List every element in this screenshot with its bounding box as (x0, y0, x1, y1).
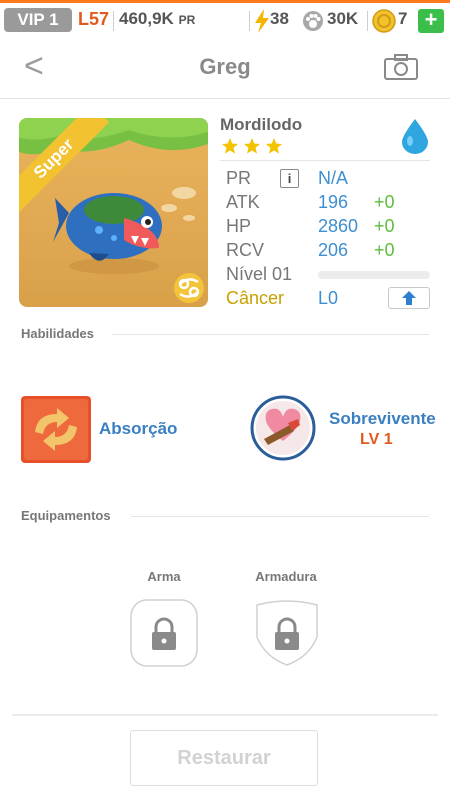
stat-row-sign: Câncer L0 (226, 287, 436, 312)
section-title-skills: Habilidades (21, 326, 94, 341)
arrow-up-icon (402, 291, 416, 305)
monster-name: Mordilodo (220, 115, 303, 134)
vip-badge[interactable]: VIP 1 (4, 8, 72, 32)
stat-row-level: Nível 01 (226, 264, 436, 288)
water-drop-icon (402, 119, 428, 154)
coin-icon (372, 9, 396, 33)
absorption-skill-icon[interactable] (21, 396, 91, 463)
status-bar: VIP 1 L57 460,9K PR 38 30K 7 + (0, 0, 450, 36)
star-icon (222, 138, 282, 154)
stat-value: 196 (318, 192, 349, 212)
divider (12, 714, 438, 716)
divider (112, 334, 429, 335)
skill-name[interactable]: Absorção (99, 419, 177, 439)
cancer-icon (174, 273, 204, 303)
stat-bonus: +0 (374, 240, 395, 260)
monster-portrait[interactable]: Super (19, 118, 208, 307)
stat-bonus: +0 (374, 216, 395, 236)
divider (367, 11, 368, 31)
add-coins-button[interactable]: + (418, 9, 444, 33)
divider (113, 11, 114, 31)
weapon-slot[interactable] (130, 599, 198, 667)
info-button[interactable]: i (280, 169, 299, 188)
page-header: < Greg (0, 36, 450, 99)
armor-slot[interactable] (253, 599, 321, 667)
power-value: 460,9K (119, 9, 174, 28)
skill-name[interactable]: Sobrevivente (329, 409, 436, 429)
rarity-stars (221, 137, 287, 160)
power-stat: 460,9K PR (119, 9, 195, 29)
stat-label: HP (226, 216, 252, 236)
restore-button[interactable]: Restaurar (130, 730, 318, 786)
power-suffix: PR (178, 13, 196, 27)
lightning-icon (255, 9, 269, 33)
xp-progress-bar (318, 271, 430, 279)
divider (131, 516, 429, 517)
survivor-skill-icon[interactable] (250, 395, 316, 461)
stat-label: PR (226, 168, 252, 188)
stat-label: ATK (226, 192, 260, 212)
weapon-label: Arma (147, 569, 181, 584)
energy-value: 38 (270, 9, 289, 28)
divider (249, 11, 250, 31)
camera-icon[interactable] (384, 54, 418, 80)
player-level: L57 (78, 9, 110, 29)
upgrade-button[interactable] (388, 287, 430, 309)
level-label: Nível 01 (226, 264, 293, 284)
stat-value: 206 (318, 240, 349, 260)
stat-value: 2860 (318, 216, 359, 236)
zodiac-level: L0 (318, 288, 339, 308)
armor-label: Armadura (255, 569, 317, 584)
section-title-equipment: Equipamentos (21, 508, 111, 523)
paw-icon (303, 11, 323, 31)
stat-label: RCV (226, 240, 265, 260)
stat-bonus: +0 (374, 192, 395, 212)
skill-level: LV 1 (360, 431, 393, 448)
stat-value: N/A (318, 168, 349, 188)
zodiac-label: Câncer (226, 288, 285, 308)
coins-value: 7 (398, 9, 408, 28)
paws-value: 30K (327, 9, 359, 28)
divider (220, 160, 430, 161)
page-title: Greg (199, 54, 251, 79)
